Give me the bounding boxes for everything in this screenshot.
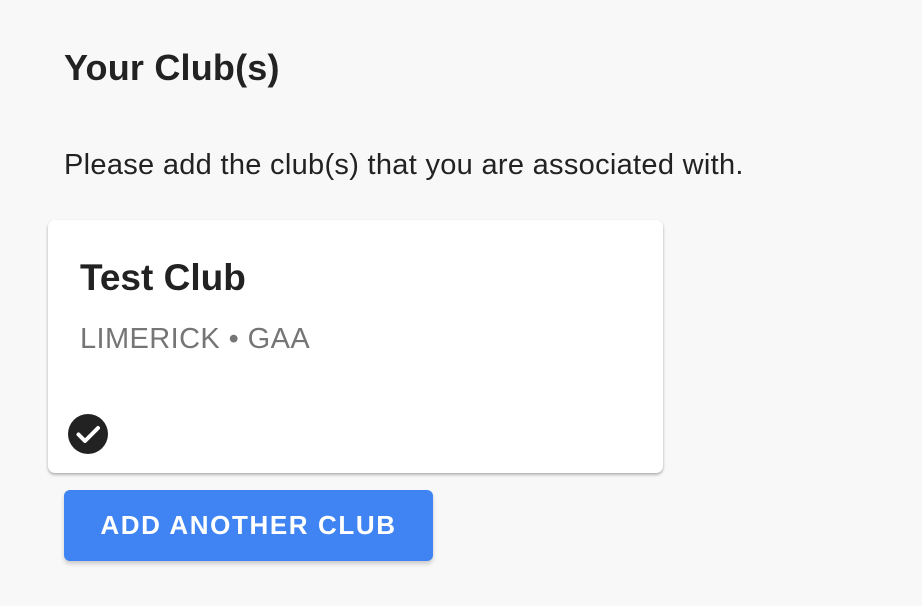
instructions-text: Please add the club(s) that you are asso… — [64, 149, 744, 181]
check-circle-icon — [68, 414, 108, 454]
add-another-club-button[interactable]: ADD ANOTHER CLUB — [64, 490, 433, 561]
page-title: Your Club(s) — [64, 47, 280, 88]
club-card[interactable]: Test Club LIMERICK • GAA — [48, 220, 663, 473]
club-name: Test Club — [80, 257, 246, 298]
club-location-sport: LIMERICK • GAA — [80, 323, 311, 355]
clubs-page: Your Club(s) Please add the club(s) that… — [0, 0, 922, 606]
